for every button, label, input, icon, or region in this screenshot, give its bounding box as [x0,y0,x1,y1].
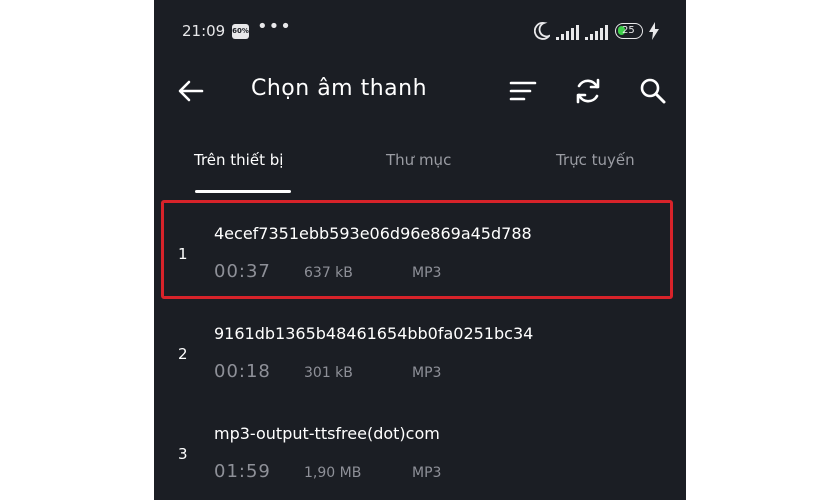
item-name: 4ecef7351ebb593e06d96e869a45d788 [214,224,532,243]
item-format: MP3 [412,265,442,281]
moon-icon [534,22,550,40]
signal-icon [556,25,579,40]
item-index: 3 [178,445,188,463]
back-button[interactable] [176,76,206,106]
page-title: Chọn âm thanh [251,76,428,101]
status-time: 21:09 [182,22,226,40]
item-name: mp3-output-ttsfree(dot)com [214,424,440,443]
item-format: MP3 [412,465,442,481]
charging-icon [649,22,659,40]
item-format: MP3 [412,365,442,381]
sort-icon [509,81,537,101]
item-index: 2 [178,345,188,363]
sort-button[interactable] [508,76,538,106]
search-icon [640,78,666,104]
tab-bar: Trên thiết bị Thư mục Trực tuyến [154,136,686,196]
active-tab-indicator [195,190,291,193]
signal-icon [585,25,608,40]
back-arrow-icon [178,80,204,102]
list-item[interactable]: 3 mp3-output-ttsfree(dot)com 01:59 1,90 … [154,396,686,500]
item-duration: 00:37 [214,261,271,282]
app-bar: Chọn âm thanh [154,62,686,122]
battery-icon: 25 [615,23,643,39]
refresh-icon [576,78,600,104]
item-size: 637 kB [304,265,353,281]
battery-level: 25 [622,25,635,36]
item-index: 1 [178,245,188,263]
status-icons: 25 [534,22,664,42]
list-item[interactable]: 2 9161db1365b48461654bb0fa0251bc34 00:18… [154,296,686,401]
search-button[interactable] [638,76,668,106]
highlight-box [161,200,673,299]
notification-app-icon: 60% [232,24,249,39]
item-duration: 01:59 [214,461,271,482]
item-name: 9161db1365b48461654bb0fa0251bc34 [214,324,534,343]
tab-on-device[interactable]: Trên thiết bị [194,151,283,169]
phone-screen: 21:09 60% ••• 25 Chọn âm thanh Trên thiế… [154,0,686,500]
item-size: 301 kB [304,365,353,381]
tab-folders[interactable]: Thư mục [386,151,451,169]
more-notifications-icon: ••• [257,16,292,37]
refresh-button[interactable] [573,76,603,106]
item-duration: 00:18 [214,361,271,382]
item-size: 1,90 MB [304,465,362,481]
tab-online[interactable]: Trực tuyến [556,151,635,169]
status-bar: 21:09 60% ••• 25 [154,0,686,62]
list-item[interactable]: 1 4ecef7351ebb593e06d96e869a45d788 00:37… [154,196,686,301]
